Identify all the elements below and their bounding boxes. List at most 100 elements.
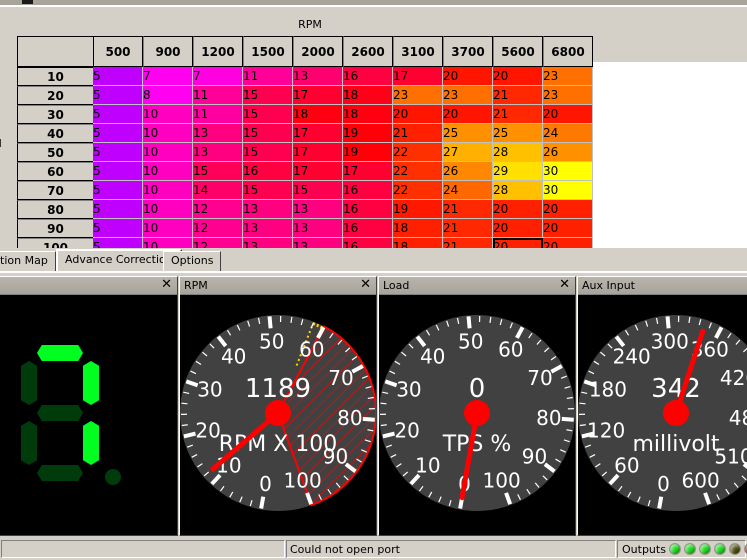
map-cell[interactable]: 14 bbox=[193, 181, 243, 200]
table-row[interactable]: 505101315171922272826 bbox=[17, 143, 593, 162]
panel-ignition-advance[interactable]: ition Advance ✕ bbox=[0, 276, 178, 536]
map-column-header[interactable]: 500 bbox=[93, 36, 143, 67]
map-cell[interactable]: 24 bbox=[543, 124, 593, 143]
map-cell[interactable]: 21 bbox=[493, 105, 543, 124]
map-cell[interactable]: 17 bbox=[293, 162, 343, 181]
map-cell[interactable]: 23 bbox=[543, 67, 593, 86]
table-row[interactable]: 1057711131617202023 bbox=[17, 67, 593, 86]
map-cell[interactable]: 13 bbox=[243, 200, 293, 219]
panel-rpm[interactable]: RPM ✕ 01020304050607080901001189RPM X 10… bbox=[179, 276, 377, 536]
map-column-header[interactable]: 900 bbox=[143, 36, 193, 67]
map-cell[interactable]: 19 bbox=[343, 143, 393, 162]
map-cell[interactable]: 23 bbox=[443, 86, 493, 105]
map-cell[interactable]: 13 bbox=[243, 219, 293, 238]
tab-nition-map[interactable]: nition Map bbox=[0, 251, 56, 271]
map-cell[interactable]: 11 bbox=[193, 105, 243, 124]
panel-titlebar-rpm[interactable]: RPM ✕ bbox=[180, 277, 376, 295]
map-cell[interactable]: 10 bbox=[143, 162, 193, 181]
map-cell[interactable]: 23 bbox=[543, 86, 593, 105]
table-row[interactable]: 905101213131618212020 bbox=[17, 219, 593, 238]
panel-titlebar-load[interactable]: Load ✕ bbox=[379, 277, 575, 295]
map-cell[interactable]: 8 bbox=[143, 86, 193, 105]
map-cell[interactable]: 26 bbox=[443, 162, 493, 181]
map-cell[interactable]: 13 bbox=[293, 219, 343, 238]
map-cell[interactable]: 19 bbox=[393, 200, 443, 219]
map-cell[interactable]: 21 bbox=[443, 219, 493, 238]
map-cell[interactable]: 12 bbox=[193, 219, 243, 238]
map-cell[interactable]: 18 bbox=[293, 105, 343, 124]
ignition-map-table[interactable]: 50090012001500200026003100370056006800 1… bbox=[17, 36, 593, 257]
map-cell[interactable]: 27 bbox=[443, 143, 493, 162]
map-cell[interactable]: 5 bbox=[93, 67, 143, 86]
map-cell[interactable]: 10 bbox=[143, 219, 193, 238]
map-cell[interactable]: 16 bbox=[343, 181, 393, 200]
map-cell[interactable]: 28 bbox=[493, 181, 543, 200]
map-cell[interactable]: 13 bbox=[293, 200, 343, 219]
map-cell[interactable]: 30 bbox=[543, 162, 593, 181]
map-cell[interactable]: 20 bbox=[493, 67, 543, 86]
map-row-header[interactable]: 10 bbox=[17, 67, 93, 86]
map-cell[interactable]: 7 bbox=[143, 67, 193, 86]
map-cell[interactable]: 20 bbox=[443, 67, 493, 86]
map-cell[interactable]: 22 bbox=[393, 143, 443, 162]
map-cell[interactable]: 15 bbox=[243, 86, 293, 105]
map-cell[interactable]: 17 bbox=[293, 86, 343, 105]
map-cell[interactable]: 10 bbox=[143, 143, 193, 162]
map-cell[interactable]: 18 bbox=[343, 86, 393, 105]
map-column-header[interactable]: 2000 bbox=[293, 36, 343, 67]
map-cell[interactable]: 20 bbox=[493, 219, 543, 238]
map-column-header[interactable]: 5600 bbox=[493, 36, 543, 67]
map-cell[interactable]: 15 bbox=[243, 143, 293, 162]
map-cell[interactable]: 10 bbox=[143, 181, 193, 200]
map-cell[interactable]: 5 bbox=[93, 219, 143, 238]
close-icon[interactable]: ✕ bbox=[559, 278, 570, 292]
map-row-header[interactable]: 60 bbox=[17, 162, 93, 181]
table-row[interactable]: 405101315171921252524 bbox=[17, 124, 593, 143]
panel-titlebar-ignition-advance[interactable]: ition Advance ✕ bbox=[0, 277, 177, 295]
table-row[interactable]: 20581115171823232123 bbox=[17, 86, 593, 105]
map-cell[interactable]: 28 bbox=[493, 143, 543, 162]
map-cell[interactable]: 24 bbox=[443, 181, 493, 200]
close-icon[interactable]: ✕ bbox=[360, 278, 371, 292]
map-cell[interactable]: 5 bbox=[93, 162, 143, 181]
map-cell[interactable]: 15 bbox=[243, 181, 293, 200]
map-cell[interactable]: 15 bbox=[193, 162, 243, 181]
map-cell[interactable]: 18 bbox=[393, 219, 443, 238]
map-column-header[interactable]: 6800 bbox=[543, 36, 593, 67]
map-cell[interactable]: 17 bbox=[393, 67, 443, 86]
map-cell[interactable]: 10 bbox=[143, 105, 193, 124]
map-cell[interactable]: 10 bbox=[143, 200, 193, 219]
map-column-header[interactable]: 1200 bbox=[193, 36, 243, 67]
table-body[interactable]: 1057711131617202023205811151718232321233… bbox=[17, 67, 593, 257]
map-cell[interactable]: 25 bbox=[493, 124, 543, 143]
map-cell[interactable]: 5 bbox=[93, 143, 143, 162]
map-cell[interactable]: 13 bbox=[193, 124, 243, 143]
panel-aux-input[interactable]: Aux Input ✕ 0601201802403003604204805106… bbox=[577, 276, 747, 536]
map-cell[interactable]: 15 bbox=[293, 181, 343, 200]
map-cell[interactable]: 5 bbox=[93, 200, 143, 219]
map-cell[interactable]: 20 bbox=[443, 105, 493, 124]
map-cell[interactable]: 20 bbox=[493, 200, 543, 219]
map-cell[interactable]: 16 bbox=[343, 200, 393, 219]
map-cell[interactable]: 17 bbox=[293, 143, 343, 162]
map-cell[interactable]: 15 bbox=[243, 105, 293, 124]
map-row-header[interactable]: 30 bbox=[17, 105, 93, 124]
map-row-header[interactable]: 50 bbox=[17, 143, 93, 162]
table-row[interactable]: 305101115181820202120 bbox=[17, 105, 593, 124]
map-column-header[interactable]: 3100 bbox=[393, 36, 443, 67]
map-row-header[interactable]: 90 bbox=[17, 219, 93, 238]
map-cell[interactable]: 5 bbox=[93, 86, 143, 105]
map-row-header[interactable]: 40 bbox=[17, 124, 93, 143]
map-cell[interactable]: 29 bbox=[493, 162, 543, 181]
panel-load[interactable]: Load ✕ 01020304050607080901000TPS % bbox=[378, 276, 576, 536]
map-cell[interactable]: 16 bbox=[343, 67, 393, 86]
map-row-header[interactable]: 20 bbox=[17, 86, 93, 105]
map-cell[interactable]: 17 bbox=[293, 124, 343, 143]
map-cell[interactable]: 15 bbox=[243, 124, 293, 143]
map-cell[interactable]: 13 bbox=[293, 67, 343, 86]
map-cell[interactable]: 30 bbox=[543, 181, 593, 200]
map-column-header[interactable]: 2600 bbox=[343, 36, 393, 67]
map-cell[interactable]: 12 bbox=[193, 200, 243, 219]
map-cell[interactable]: 7 bbox=[193, 67, 243, 86]
map-cell[interactable]: 22 bbox=[393, 162, 443, 181]
